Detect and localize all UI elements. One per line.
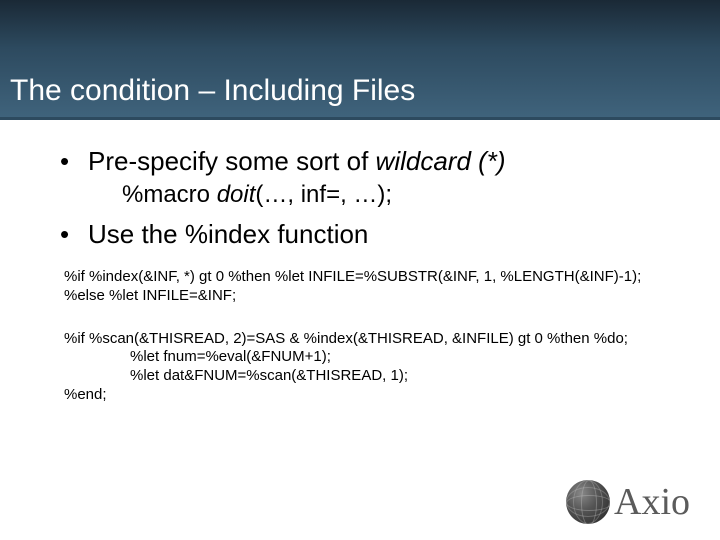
bullet-text-italic: wildcard (*): [376, 146, 506, 176]
code2-line3: %let dat&FNUM=%scan(&THISREAD, 1);: [64, 367, 680, 386]
code1-line1: %if %index(&INF, *) gt 0 %then %let INFI…: [64, 268, 680, 287]
bullet-text-prefix: Pre-specify some sort of: [88, 146, 376, 176]
title-band: The condition – Including Files: [0, 0, 720, 120]
content-area: Pre-specify some sort of wildcard (*) %m…: [0, 120, 720, 405]
macro-prefix: %macro: [122, 181, 217, 208]
macro-suffix: (…, inf=, …);: [255, 181, 392, 208]
bullet-index-text: Use the %index function: [88, 219, 368, 249]
bullet-index: Use the %index function: [60, 219, 680, 250]
code2-line4: %end;: [64, 386, 680, 405]
code2-line1: %if %scan(&THISREAD, 2)=SAS & %index(&TH…: [64, 330, 680, 349]
code2-line2: %let fnum=%eval(&FNUM+1);: [64, 348, 680, 367]
code-block-2: %if %scan(&THISREAD, 2)=SAS & %index(&TH…: [64, 330, 680, 405]
globe-icon: [566, 480, 610, 524]
logo-text: Axio: [614, 480, 690, 524]
macro-declaration: %macro doit(…, inf=, …);: [122, 181, 680, 209]
bullet-wildcard: Pre-specify some sort of wildcard (*): [60, 146, 680, 177]
macro-name-italic: doit: [217, 181, 256, 208]
logo: Axio: [566, 480, 690, 524]
code1-line2: %else %let INFILE=&INF;: [64, 287, 680, 306]
code-block-1: %if %index(&INF, *) gt 0 %then %let INFI…: [64, 268, 680, 306]
slide-title: The condition – Including Files: [10, 74, 415, 108]
